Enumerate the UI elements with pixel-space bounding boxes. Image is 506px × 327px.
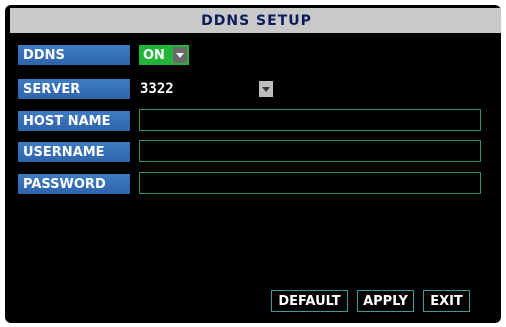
password-label: PASSWORD (18, 174, 130, 194)
dialog-title: DDNS SETUP (10, 8, 501, 33)
exit-button[interactable]: EXIT (423, 290, 470, 312)
ddns-dropdown[interactable]: ON (139, 45, 189, 65)
ddns-value: ON (143, 47, 165, 63)
ddns-setup-dialog: DDNS SETUP DDNS ON SERVER 3322 HOST NAME… (5, 5, 501, 323)
server-label: SERVER (18, 79, 130, 99)
default-button[interactable]: DEFAULT (271, 290, 348, 312)
host-name-label: HOST NAME (18, 111, 130, 131)
apply-button[interactable]: APPLY (357, 290, 414, 312)
ddns-label: DDNS (18, 45, 130, 65)
username-field[interactable] (139, 140, 481, 162)
username-label: USERNAME (18, 142, 130, 162)
chevron-down-icon[interactable] (173, 47, 187, 63)
chevron-down-icon[interactable] (259, 81, 273, 97)
server-dropdown[interactable]: 3322 (139, 79, 275, 99)
screen: DDNS SETUP DDNS ON SERVER 3322 HOST NAME… (0, 0, 506, 327)
server-value: 3322 (140, 81, 174, 97)
host-name-field[interactable] (139, 109, 481, 131)
password-field[interactable] (139, 172, 481, 194)
